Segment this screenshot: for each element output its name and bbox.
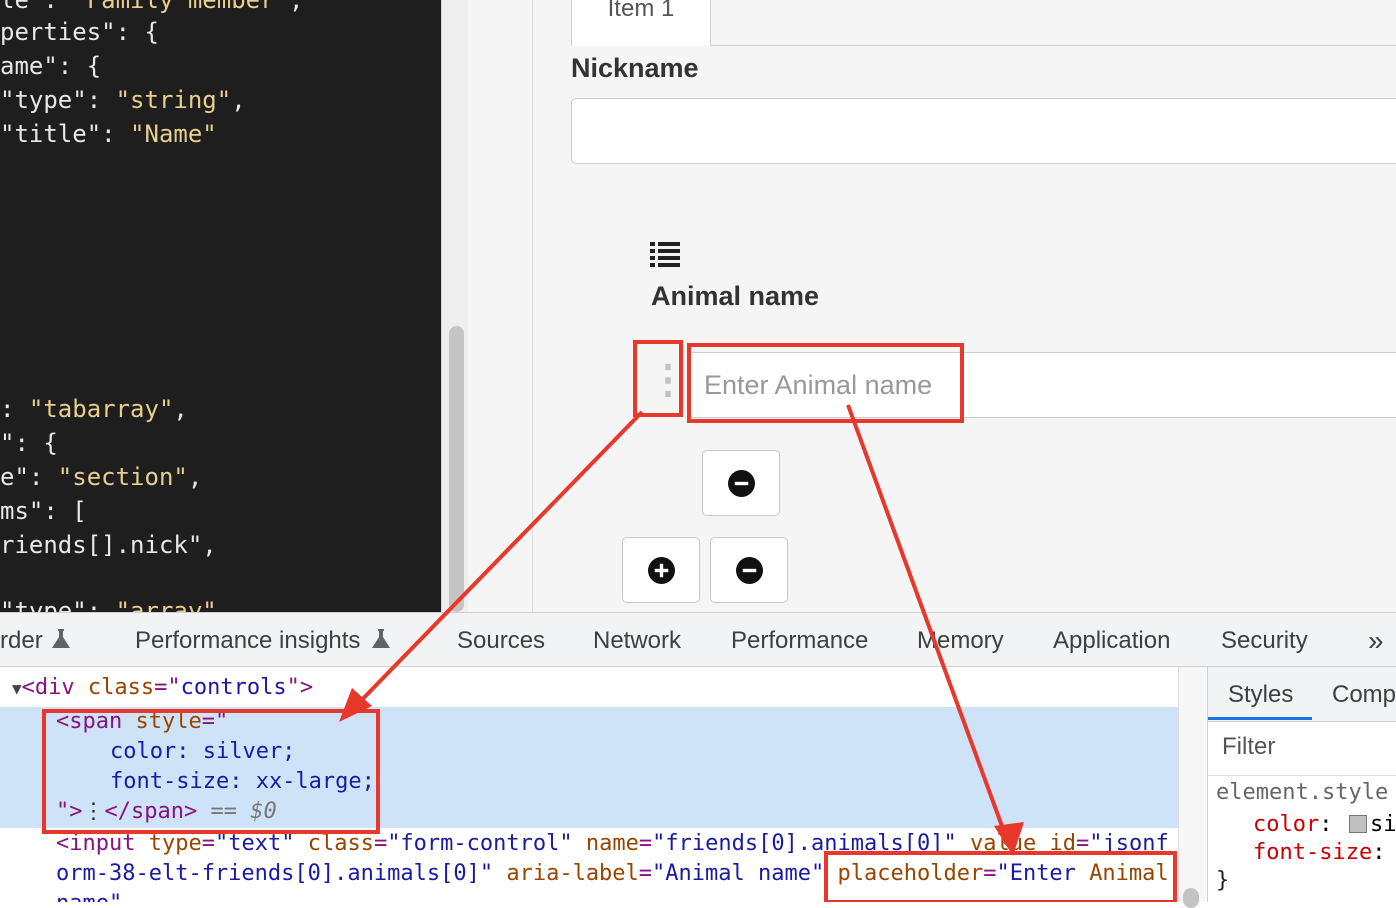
- form-preview: [468, 0, 1396, 612]
- style-closing-brace: }: [1216, 868, 1230, 893]
- code-line: e": "section",: [0, 463, 203, 491]
- styles-tab-bar: Styles Comp: [1208, 667, 1396, 722]
- animal-name-input[interactable]: [688, 352, 1396, 418]
- code-line: : "tabarray",: [0, 395, 188, 423]
- scrollbar-thumb[interactable]: [449, 326, 464, 612]
- drag-handle-icon[interactable]: ⋮: [648, 355, 688, 405]
- animal-name-label: Animal name: [651, 281, 820, 311]
- code-line: ms": [: [0, 497, 87, 525]
- nickname-input[interactable]: [571, 98, 1396, 164]
- color-swatch[interactable]: [1349, 815, 1367, 833]
- tab-item-1[interactable]: Item 1: [571, 0, 711, 46]
- tab-computed[interactable]: Comp: [1332, 667, 1396, 719]
- tab-performance-insights[interactable]: Performance insights: [135, 613, 360, 667]
- elements-scrollbar[interactable]: [1178, 667, 1206, 902]
- flask-icon: [372, 629, 390, 648]
- list-icon: [650, 242, 680, 267]
- code-line: riends[].nick",: [0, 531, 217, 559]
- minus-circle-icon: [735, 556, 763, 584]
- code-line: "type": "array",: [0, 597, 232, 612]
- dom-node-input[interactable]: <input type="text" class="form-control" …: [56, 831, 1169, 856]
- plus-circle-icon: [647, 556, 675, 584]
- code-editor[interactable]: le": "Family member", perties": { ame": …: [0, 0, 441, 612]
- tab-application[interactable]: Application: [1053, 613, 1170, 667]
- tab-styles[interactable]: Styles: [1228, 667, 1293, 719]
- minus-circle-icon: [727, 469, 755, 497]
- active-tab-indicator: [1208, 717, 1312, 720]
- scrollbar-thumb[interactable]: [1183, 888, 1199, 908]
- style-property[interactable]: color:: [1253, 812, 1346, 837]
- code-line: le": "Family member",: [0, 0, 304, 14]
- more-tabs-icon[interactable]: »: [1368, 613, 1384, 667]
- dom-node-div-controls[interactable]: ▼<div class="controls">: [12, 675, 313, 700]
- nickname-label: Nickname: [571, 53, 699, 83]
- tab-divider: [711, 45, 1396, 46]
- flask-icon: [52, 629, 70, 648]
- devtools-tab-bar: rder Performance insights Sources Networ…: [0, 612, 1396, 667]
- add-item-button[interactable]: [622, 537, 700, 603]
- code-line: perties": {: [0, 18, 159, 46]
- style-value-line: font-size: xx-large;: [110, 769, 375, 794]
- preview-divider: [532, 0, 533, 612]
- divider: [1208, 775, 1396, 776]
- remove-animal-button[interactable]: [702, 450, 780, 516]
- dom-node-input-continued: name": [56, 891, 122, 902]
- elements-panel: ▼<div class="controls"> <span style=" co…: [0, 667, 1178, 902]
- style-selector: element.style {: [1216, 780, 1396, 805]
- tab-security[interactable]: Security: [1221, 613, 1308, 667]
- remove-item-button[interactable]: [710, 537, 788, 603]
- styles-pane: Styles Comp Filter element.style { color…: [1207, 667, 1396, 902]
- dom-node-span-close[interactable]: ">⋮</span> == $0: [56, 799, 277, 824]
- code-line: "title": "Name": [0, 120, 217, 148]
- code-line: "type": "string",: [0, 86, 246, 114]
- styles-filter-input[interactable]: Filter: [1222, 733, 1275, 761]
- code-line: ": {: [0, 429, 58, 457]
- tab-recorder[interactable]: rder: [0, 613, 43, 667]
- style-property[interactable]: font-size:: [1253, 840, 1385, 865]
- code-line: ame": {: [0, 52, 102, 80]
- dom-node-input-continued[interactable]: orm-38-elt-friends[0].animals[0]" aria-l…: [56, 861, 1169, 886]
- tab-sources[interactable]: Sources: [457, 613, 545, 667]
- dom-node-span-open[interactable]: <span style=": [56, 709, 228, 734]
- style-value-line: color: silver;: [110, 739, 296, 764]
- style-property-value: si: [1370, 812, 1396, 837]
- tab-memory[interactable]: Memory: [917, 613, 1004, 667]
- tab-performance[interactable]: Performance: [731, 613, 868, 667]
- tab-network[interactable]: Network: [593, 613, 681, 667]
